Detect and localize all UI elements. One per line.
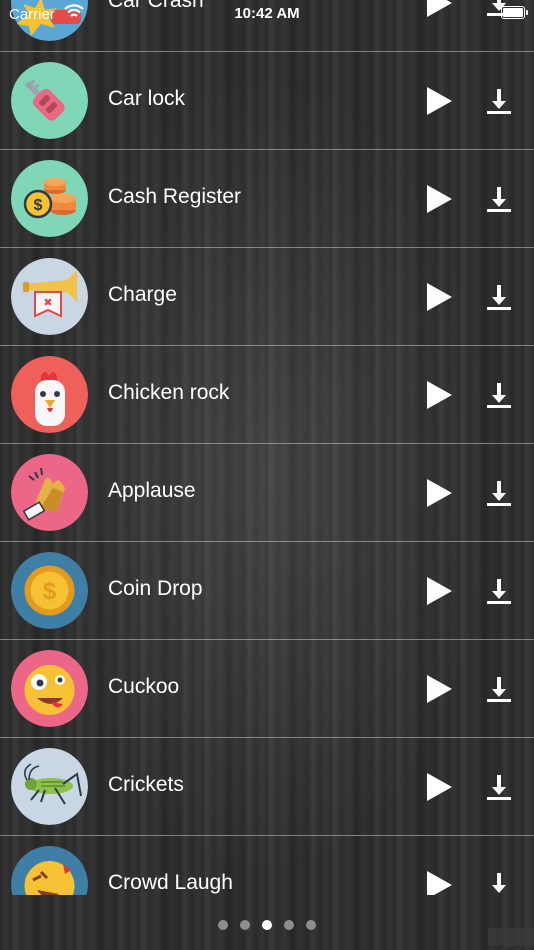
sound-row: $ Cash Register bbox=[0, 150, 534, 248]
sound-label: Coin Drop bbox=[108, 577, 203, 600]
cricket-icon bbox=[11, 748, 88, 825]
sound-list[interactable]: Car Crash Car lock $ Cash Register ✖ Cha… bbox=[0, 0, 534, 895]
car-key-icon bbox=[11, 62, 88, 139]
battery-icon bbox=[501, 6, 528, 19]
download-icon[interactable] bbox=[486, 675, 512, 703]
sound-row: Crowd Laugh bbox=[0, 836, 534, 895]
laughing-face-icon bbox=[11, 846, 88, 895]
sound-label: Car lock bbox=[108, 87, 186, 110]
play-icon[interactable] bbox=[424, 282, 454, 312]
clapping-hands-icon bbox=[11, 454, 88, 531]
sound-row: $ Coin Drop bbox=[0, 542, 534, 640]
play-icon[interactable] bbox=[424, 870, 454, 895]
sound-row: Crickets bbox=[0, 738, 534, 836]
gold-coin-icon: $ bbox=[11, 552, 88, 629]
sound-row: ✖ Charge bbox=[0, 248, 534, 346]
bugle-icon: ✖ bbox=[11, 258, 88, 335]
download-icon[interactable] bbox=[486, 283, 512, 311]
watermark bbox=[488, 928, 534, 946]
download-icon[interactable] bbox=[486, 773, 512, 801]
sound-label: Crowd Laugh bbox=[108, 871, 233, 894]
download-icon[interactable] bbox=[486, 577, 512, 605]
sound-label: Cuckoo bbox=[108, 675, 180, 698]
download-icon[interactable] bbox=[486, 381, 512, 409]
play-icon[interactable] bbox=[424, 86, 454, 116]
download-icon[interactable] bbox=[486, 87, 512, 115]
sound-row: Applause bbox=[0, 444, 534, 542]
status-bar: Carrier 10:42 AM bbox=[0, 0, 534, 28]
sound-label: Chicken rock bbox=[108, 381, 230, 404]
sound-label: Crickets bbox=[108, 773, 184, 796]
sound-label: Cash Register bbox=[108, 185, 242, 208]
page-dot[interactable] bbox=[306, 920, 316, 930]
sound-row: Cuckoo bbox=[0, 640, 534, 738]
play-icon[interactable] bbox=[424, 576, 454, 606]
coins-icon: $ bbox=[11, 160, 88, 237]
page-indicator[interactable] bbox=[0, 917, 534, 935]
download-icon[interactable] bbox=[486, 479, 512, 507]
play-icon[interactable] bbox=[424, 674, 454, 704]
download-icon[interactable] bbox=[486, 871, 512, 895]
status-time: 10:42 AM bbox=[234, 5, 300, 22]
sound-row: Car lock bbox=[0, 52, 534, 150]
page-dot[interactable] bbox=[218, 920, 228, 930]
sound-label: Charge bbox=[108, 283, 177, 306]
play-icon[interactable] bbox=[424, 772, 454, 802]
sound-label: Applause bbox=[108, 479, 196, 502]
chicken-icon bbox=[11, 356, 88, 433]
play-icon[interactable] bbox=[424, 478, 454, 508]
page-dot[interactable] bbox=[240, 920, 250, 930]
play-icon[interactable] bbox=[424, 184, 454, 214]
crazy-face-icon bbox=[11, 650, 88, 727]
page-dot-active[interactable] bbox=[262, 920, 272, 930]
page-dot[interactable] bbox=[284, 920, 294, 930]
download-icon[interactable] bbox=[486, 185, 512, 213]
svg-text:$: $ bbox=[43, 578, 57, 605]
svg-text:✖: ✖ bbox=[43, 297, 52, 309]
sound-row: Chicken rock bbox=[0, 346, 534, 444]
svg-text:$: $ bbox=[34, 197, 43, 214]
play-icon[interactable] bbox=[424, 380, 454, 410]
